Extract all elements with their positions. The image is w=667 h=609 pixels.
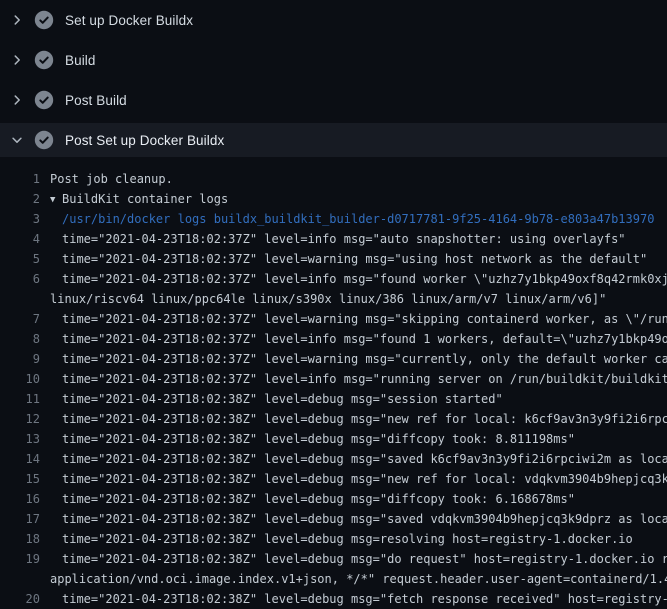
line-number[interactable]: 2 bbox=[0, 189, 40, 209]
log-text: Post job cleanup. bbox=[50, 169, 173, 189]
check-circle-icon bbox=[34, 130, 54, 150]
line-number[interactable]: 18 bbox=[0, 529, 40, 549]
group-collapse-icon[interactable]: ▼ bbox=[50, 190, 62, 209]
log-line: 16 time="2021-04-23T18:02:38Z" level=debu… bbox=[0, 489, 667, 509]
log-text: time="2021-04-23T18:02:38Z" level=debug … bbox=[50, 409, 667, 429]
step-label: Set up Docker Buildx bbox=[65, 13, 193, 28]
log-line: 15 time="2021-04-23T18:02:38Z" level=debu… bbox=[0, 469, 667, 489]
group-title[interactable]: BuildKit container logs bbox=[62, 192, 228, 206]
line-number[interactable]: 12 bbox=[0, 409, 40, 429]
log-text: linux/riscv64 linux/ppc64le linux/s390x … bbox=[50, 289, 606, 309]
log-line: 8 time="2021-04-23T18:02:37Z" level=info … bbox=[0, 329, 667, 349]
line-number[interactable]: 15 bbox=[0, 469, 40, 489]
log-text: application/vnd.oci.image.index.v1+json,… bbox=[50, 569, 667, 589]
log-line: 12 time="2021-04-23T18:02:38Z" level=debu… bbox=[0, 409, 667, 429]
log-line: 20 time="2021-04-23T18:02:38Z" level=debu… bbox=[0, 589, 667, 609]
check-circle-icon bbox=[34, 10, 54, 30]
chevron-down-icon[interactable] bbox=[9, 132, 25, 148]
chevron-right-icon[interactable] bbox=[9, 12, 25, 28]
log-text: time="2021-04-23T18:02:38Z" level=debug … bbox=[50, 429, 575, 449]
log-line: 9 time="2021-04-23T18:02:37Z" level=warni… bbox=[0, 349, 667, 369]
log-line: 10 time="2021-04-23T18:02:37Z" level=info… bbox=[0, 369, 667, 389]
log-line: application/vnd.oci.image.index.v1+json,… bbox=[0, 569, 667, 589]
line-number[interactable]: 14 bbox=[0, 449, 40, 469]
log-text: time="2021-04-23T18:02:37Z" level=info m… bbox=[50, 269, 667, 289]
log-text: time="2021-04-23T18:02:38Z" level=debug … bbox=[50, 509, 667, 529]
line-number[interactable]: 7 bbox=[0, 309, 40, 329]
log-line: 13 time="2021-04-23T18:02:38Z" level=debu… bbox=[0, 429, 667, 449]
log-text: time="2021-04-23T18:02:38Z" level=debug … bbox=[50, 489, 575, 509]
log-line: 6 time="2021-04-23T18:02:37Z" level=info … bbox=[0, 269, 667, 289]
log-text: time="2021-04-23T18:02:37Z" level=info m… bbox=[50, 329, 667, 349]
line-number[interactable]: 1 bbox=[0, 169, 40, 189]
log-line: 18 time="2021-04-23T18:02:38Z" level=debu… bbox=[0, 529, 667, 549]
log-line: 19 time="2021-04-23T18:02:38Z" level=debu… bbox=[0, 549, 667, 569]
chevron-right-icon[interactable] bbox=[9, 92, 25, 108]
log-line: 1 Post job cleanup. bbox=[0, 169, 667, 189]
log-text: time="2021-04-23T18:02:38Z" level=debug … bbox=[50, 589, 667, 609]
line-number[interactable]: 19 bbox=[0, 549, 40, 569]
log-line: 7 time="2021-04-23T18:02:37Z" level=warni… bbox=[0, 309, 667, 329]
line-number[interactable]: 9 bbox=[0, 349, 40, 369]
line-number[interactable]: 10 bbox=[0, 369, 40, 389]
step-row-post-build[interactable]: Post Build bbox=[0, 80, 667, 120]
line-number[interactable]: 3 bbox=[0, 209, 40, 229]
line-number[interactable]: 5 bbox=[0, 249, 40, 269]
line-number bbox=[0, 289, 40, 309]
step-row-set-up-docker-buildx[interactable]: Set up Docker Buildx bbox=[0, 0, 667, 40]
log-text: time="2021-04-23T18:02:38Z" level=debug … bbox=[50, 389, 503, 409]
log-text: time="2021-04-23T18:02:38Z" level=debug … bbox=[50, 469, 667, 489]
line-number[interactable]: 13 bbox=[0, 429, 40, 449]
check-circle-icon bbox=[34, 90, 54, 110]
log-line: linux/riscv64 linux/ppc64le linux/s390x … bbox=[0, 289, 667, 309]
log-text: time="2021-04-23T18:02:38Z" level=debug … bbox=[50, 449, 667, 469]
log-text: time="2021-04-23T18:02:38Z" level=debug … bbox=[50, 549, 667, 569]
log-text: time="2021-04-23T18:02:37Z" level=warnin… bbox=[50, 309, 667, 329]
step-label: Post Build bbox=[65, 93, 127, 108]
step-label: Post Set up Docker Buildx bbox=[65, 133, 224, 148]
line-number[interactable]: 4 bbox=[0, 229, 40, 249]
log-line: 3/usr/bin/docker logs buildx_buildkit_bu… bbox=[0, 209, 667, 229]
log-line: 11 time="2021-04-23T18:02:38Z" level=debu… bbox=[0, 389, 667, 409]
line-number bbox=[0, 569, 40, 589]
line-number[interactable]: 8 bbox=[0, 329, 40, 349]
log-text: ▼BuildKit container logs bbox=[50, 189, 228, 209]
chevron-right-icon[interactable] bbox=[9, 52, 25, 68]
log-line: 4 time="2021-04-23T18:02:37Z" level=info … bbox=[0, 229, 667, 249]
log-text: time="2021-04-23T18:02:38Z" level=debug … bbox=[50, 529, 633, 549]
log-line: 17 time="2021-04-23T18:02:38Z" level=debu… bbox=[0, 509, 667, 529]
log-line: 2 ▼BuildKit container logs bbox=[0, 189, 667, 209]
step-row-post-set-up-docker-buildx[interactable]: Post Set up Docker Buildx bbox=[0, 123, 667, 157]
check-circle-icon bbox=[34, 50, 54, 70]
log-text: time="2021-04-23T18:02:37Z" level=info m… bbox=[50, 369, 667, 389]
line-number[interactable]: 20 bbox=[0, 589, 40, 609]
log-line: 14 time="2021-04-23T18:02:38Z" level=debu… bbox=[0, 449, 667, 469]
line-number[interactable]: 11 bbox=[0, 389, 40, 409]
log-line: 5 time="2021-04-23T18:02:37Z" level=warni… bbox=[0, 249, 667, 269]
log-text: time="2021-04-23T18:02:37Z" level=info m… bbox=[50, 229, 626, 249]
log-command-text: /usr/bin/docker logs buildx_buildkit_bui… bbox=[50, 209, 654, 229]
step-label: Build bbox=[65, 53, 96, 68]
log-viewer: 1 Post job cleanup. 2 ▼BuildKit container l… bbox=[0, 160, 667, 609]
step-row-build[interactable]: Build bbox=[0, 40, 667, 80]
step-list: Set up Docker Buildx Build Post Build Po… bbox=[0, 0, 667, 157]
log-text: time="2021-04-23T18:02:37Z" level=warnin… bbox=[50, 349, 667, 369]
line-number[interactable]: 16 bbox=[0, 489, 40, 509]
line-number[interactable]: 17 bbox=[0, 509, 40, 529]
log-text: time="2021-04-23T18:02:37Z" level=warnin… bbox=[50, 249, 647, 269]
line-number[interactable]: 6 bbox=[0, 269, 40, 289]
